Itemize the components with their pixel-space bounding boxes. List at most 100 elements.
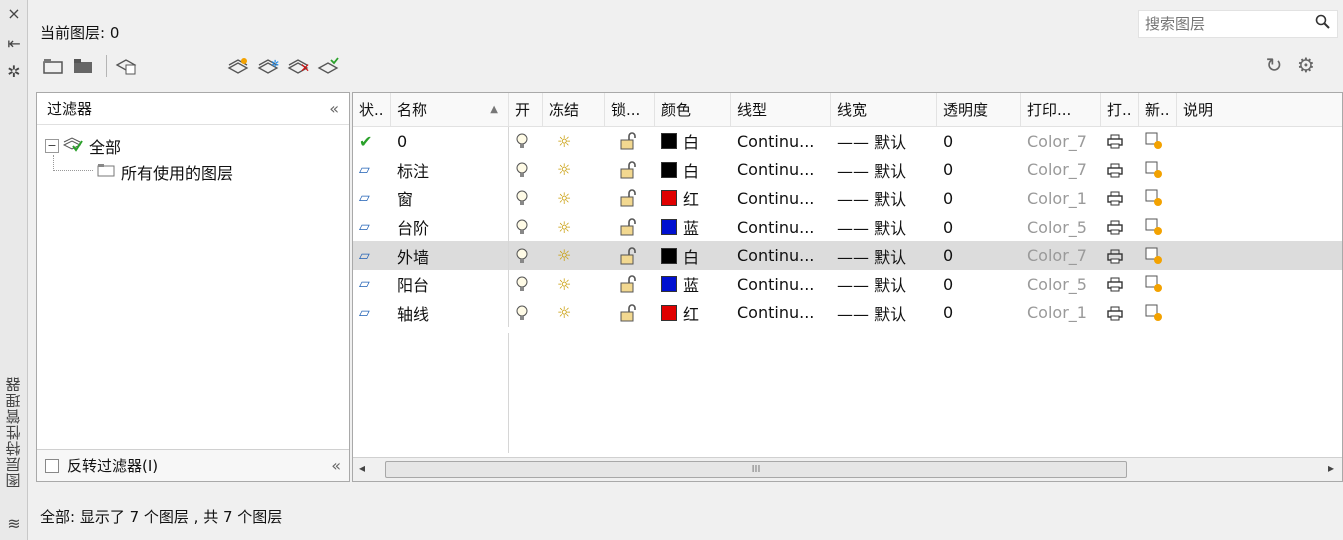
lightbulb-icon[interactable] — [509, 299, 543, 328]
sun-icon[interactable]: ☼ — [543, 156, 605, 185]
printer-icon[interactable] — [1101, 270, 1139, 299]
layer-description[interactable] — [1177, 270, 1342, 299]
layer-linetype[interactable]: Continu... — [731, 270, 831, 299]
layer-transparency[interactable]: 0 — [937, 127, 1021, 156]
layer-row[interactable]: ▱ 阳台 ☼ 蓝 Continu... —— 默认 0 Color_5 — [353, 269, 1342, 299]
layer-linetype[interactable]: Continu... — [731, 156, 831, 185]
layer-name[interactable]: 0 — [391, 127, 509, 156]
layer-plot-style[interactable]: Color_7 — [1021, 156, 1101, 185]
sun-icon[interactable]: ☼ — [543, 213, 605, 242]
printer-icon[interactable] — [1101, 156, 1139, 185]
delete-layer-icon[interactable]: ✕ — [285, 53, 311, 79]
layer-status-icon[interactable]: ▱ — [353, 270, 391, 299]
sun-icon[interactable]: ☼ — [543, 299, 605, 328]
layer-row[interactable]: ▱ 标注 ☼ 白 Continu... —— 默认 0 Color_7 — [353, 155, 1342, 185]
layer-color[interactable]: 红 — [655, 299, 731, 328]
lightbulb-icon[interactable] — [509, 127, 543, 156]
lightbulb-icon[interactable] — [509, 270, 543, 299]
column-lock[interactable]: 锁... — [605, 93, 655, 126]
properties-icon[interactable]: ✲ — [2, 60, 26, 82]
layer-description[interactable] — [1177, 241, 1342, 270]
unlock-icon[interactable] — [605, 156, 655, 185]
layer-lineweight[interactable]: —— 默认 — [831, 127, 937, 156]
layer-color[interactable]: 蓝 — [655, 270, 731, 299]
layer-transparency[interactable]: 0 — [937, 299, 1021, 328]
column-plot-style[interactable]: 打印... — [1021, 93, 1101, 126]
new-vp-freeze-icon[interactable] — [1139, 270, 1177, 299]
layer-name[interactable]: 台阶 — [391, 212, 509, 242]
layer-row[interactable]: ▱ 轴线 ☼ 红 Continu... —— 默认 0 Color_1 — [353, 298, 1342, 328]
layer-row[interactable]: ▱ 台阶 ☼ 蓝 Continu... —— 默认 0 Color_5 — [353, 212, 1342, 242]
layer-linetype[interactable]: Continu... — [731, 213, 831, 242]
lightbulb-icon[interactable] — [509, 184, 543, 213]
unlock-icon[interactable] — [605, 184, 655, 213]
layer-name[interactable]: 外墙 — [391, 241, 509, 270]
column-status[interactable]: 状.. — [353, 93, 391, 126]
current-layer-check-icon[interactable]: ✔ — [353, 127, 391, 156]
sun-icon[interactable]: ☼ — [543, 127, 605, 156]
new-vp-freeze-icon[interactable] — [1139, 127, 1177, 156]
unlock-icon[interactable] — [605, 299, 655, 328]
layer-plot-style[interactable]: Color_7 — [1021, 127, 1101, 156]
layer-status-icon[interactable]: ▱ — [353, 299, 391, 328]
horizontal-scrollbar[interactable]: ◂ III ▸ — [353, 457, 1342, 481]
layer-lineweight[interactable]: —— 默认 — [831, 213, 937, 242]
layer-description[interactable] — [1177, 213, 1342, 242]
layer-transparency[interactable]: 0 — [937, 184, 1021, 213]
refresh-icon[interactable]: ↻ — [1261, 52, 1287, 78]
search-icon[interactable] — [1315, 14, 1331, 34]
layer-description[interactable] — [1177, 184, 1342, 213]
layer-row[interactable]: ✔ 0 ☼ 白 Continu... —— 默认 0 Color_7 — [353, 127, 1342, 156]
printer-icon[interactable] — [1101, 299, 1139, 328]
layer-lineweight[interactable]: —— 默认 — [831, 270, 937, 299]
layer-color[interactable]: 红 — [655, 184, 731, 213]
column-description[interactable]: 说明 — [1177, 93, 1342, 126]
new-layer-icon[interactable] — [225, 53, 251, 79]
layer-status-icon[interactable]: ▱ — [353, 156, 391, 185]
column-plot[interactable]: 打.. — [1101, 93, 1139, 126]
sun-icon[interactable]: ☼ — [543, 270, 605, 299]
layer-transparency[interactable]: 0 — [937, 213, 1021, 242]
layer-linetype[interactable]: Continu... — [731, 299, 831, 328]
layer-plot-style[interactable]: Color_5 — [1021, 213, 1101, 242]
collapse-filter-icon[interactable]: « — [331, 456, 341, 475]
layer-row[interactable]: ▱ 窗 ☼ 红 Continu... —— 默认 0 Color_1 — [353, 184, 1342, 213]
scroll-left-icon[interactable]: ◂ — [359, 461, 365, 475]
layer-transparency[interactable]: 0 — [937, 241, 1021, 270]
column-linetype[interactable]: 线型 — [731, 93, 831, 126]
layer-name[interactable]: 轴线 — [391, 298, 509, 328]
layer-color[interactable]: 白 — [655, 156, 731, 185]
layer-status-icon[interactable]: ▱ — [353, 213, 391, 242]
layer-lineweight[interactable]: —— 默认 — [831, 299, 937, 328]
layer-description[interactable] — [1177, 299, 1342, 328]
invert-filter-label[interactable]: 反转过滤器(I) — [67, 455, 158, 476]
layer-linetype[interactable]: Continu... — [731, 127, 831, 156]
new-vp-freeze-icon[interactable] — [1139, 213, 1177, 242]
unlock-icon[interactable] — [605, 127, 655, 156]
lightbulb-icon[interactable] — [509, 241, 543, 270]
sun-icon[interactable]: ☼ — [543, 241, 605, 270]
printer-icon[interactable] — [1101, 127, 1139, 156]
new-layer-vp-frozen-icon[interactable]: ✲ — [255, 53, 281, 79]
auto-hide-icon[interactable]: ⇤ — [2, 32, 26, 54]
layer-name[interactable]: 标注 — [391, 155, 509, 185]
scroll-right-icon[interactable]: ▸ — [1328, 461, 1334, 475]
unlock-icon[interactable] — [605, 241, 655, 270]
layer-lineweight[interactable]: —— 默认 — [831, 184, 937, 213]
layer-lineweight[interactable]: —— 默认 — [831, 241, 937, 270]
new-property-filter-icon[interactable] — [40, 53, 66, 79]
scrollbar-thumb[interactable]: III — [385, 461, 1127, 478]
lightbulb-icon[interactable] — [509, 213, 543, 242]
layer-status-icon[interactable]: ▱ — [353, 184, 391, 213]
search-layer-input[interactable] — [1143, 14, 1313, 34]
settings-icon[interactable]: ⚙ — [1293, 52, 1319, 78]
layer-color[interactable]: 蓝 — [655, 213, 731, 242]
layer-color[interactable]: 白 — [655, 127, 731, 156]
set-current-icon[interactable] — [315, 53, 341, 79]
column-color[interactable]: 颜色 — [655, 93, 731, 126]
layer-plot-style[interactable]: Color_1 — [1021, 184, 1101, 213]
new-group-filter-icon[interactable] — [70, 53, 96, 79]
search-layer-box[interactable] — [1138, 10, 1338, 38]
layer-linetype[interactable]: Continu... — [731, 184, 831, 213]
layer-description[interactable] — [1177, 127, 1342, 156]
